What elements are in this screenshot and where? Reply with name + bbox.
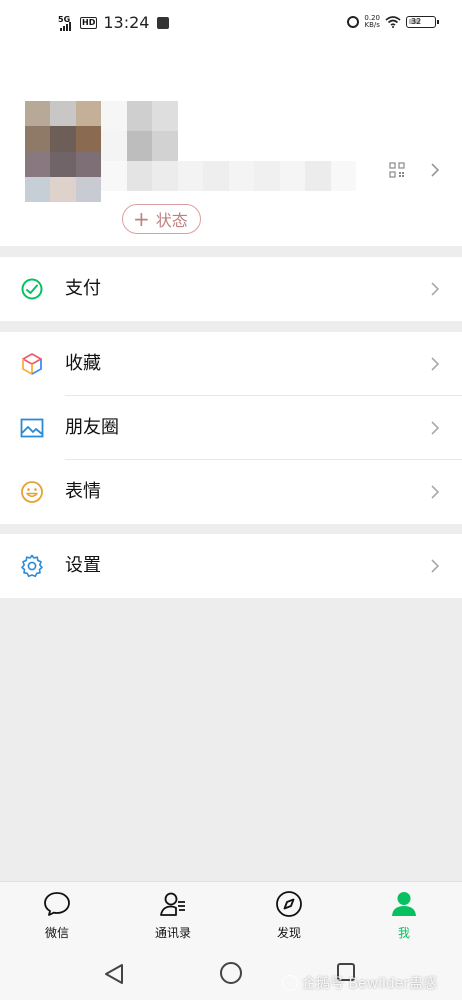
- chevron-right-icon: [431, 485, 440, 499]
- penguin-icon: [282, 975, 298, 991]
- pay-section: 支付: [0, 257, 462, 321]
- menu-label: 设置: [65, 555, 101, 576]
- wifi-icon: [385, 16, 401, 28]
- tab-contacts[interactable]: 通讯录: [133, 882, 213, 946]
- smiley-icon: [21, 481, 43, 503]
- menu-label: 表情: [65, 481, 101, 502]
- chevron-right-icon: [431, 357, 440, 371]
- person-icon: [392, 892, 416, 916]
- clock: 13:24: [103, 13, 150, 32]
- tab-label: 发现: [276, 926, 301, 940]
- add-status-button[interactable]: + 状态: [122, 204, 201, 234]
- bottom-tab-bar: 微信 通讯录 发现 我: [0, 881, 462, 945]
- status-right: 0.20 KB/s 32: [347, 15, 439, 29]
- qr-code-icon[interactable]: [389, 162, 405, 178]
- menu-label: 朋友圈: [65, 417, 119, 438]
- watermark: 企鹅号 Bewilder蛊惑: [282, 973, 437, 993]
- menu-item-moments[interactable]: 朋友圈: [0, 396, 462, 460]
- chevron-right-icon: [431, 282, 440, 296]
- tab-label: 我: [397, 926, 410, 940]
- chat-bubble-icon: [44, 892, 70, 916]
- menu-item-settings[interactable]: 设置: [0, 534, 462, 598]
- speed-unit: KB/s: [364, 21, 380, 29]
- battery-level: 32: [411, 17, 422, 26]
- profile-header[interactable]: + 状态: [0, 50, 462, 246]
- network-speed: 0.20 KB/s: [364, 15, 380, 29]
- alarm-icon: [347, 16, 360, 28]
- image-icon: [20, 418, 44, 438]
- notification-icon: [157, 16, 170, 29]
- tab-label: 微信: [44, 926, 69, 940]
- chevron-right-icon: [431, 421, 440, 435]
- tab-label: 通讯录: [154, 926, 191, 940]
- hd-badge: HD: [80, 16, 98, 29]
- watermark-text: 企鹅号 Bewilder蛊惑: [302, 976, 438, 992]
- menu-label: 支付: [65, 278, 101, 299]
- signal-icon: 5G: [58, 15, 76, 31]
- avatar[interactable]: [25, 101, 101, 202]
- tab-me[interactable]: 我: [364, 882, 444, 946]
- menu-item-favorites[interactable]: 收藏: [0, 332, 462, 396]
- compass-icon: [276, 891, 302, 917]
- chevron-right-icon: [431, 559, 440, 573]
- gear-icon: [21, 554, 43, 578]
- menu-label: 收藏: [65, 353, 101, 374]
- status-bar: 5G HD 13:24 0.20 KB/s 32: [0, 0, 462, 50]
- nickname-blurred: [101, 101, 356, 191]
- home-icon[interactable]: [220, 962, 242, 984]
- status-left: 5G HD 13:24: [58, 13, 170, 32]
- chevron-right-icon[interactable]: [428, 162, 442, 178]
- back-icon[interactable]: [102, 962, 126, 986]
- battery-icon: 32: [406, 16, 439, 28]
- status-button-label: 状态: [155, 211, 188, 230]
- tab-discover[interactable]: 发现: [249, 882, 329, 946]
- tab-chats[interactable]: 微信: [17, 882, 97, 946]
- plus-icon: +: [133, 207, 150, 231]
- menu-item-pay[interactable]: 支付: [0, 257, 462, 321]
- settings-section: 设置: [0, 534, 462, 598]
- contacts-icon: [160, 892, 185, 916]
- cube-icon: [22, 353, 42, 375]
- content-section: 收藏 朋友圈 表情: [0, 332, 462, 524]
- menu-item-stickers[interactable]: 表情: [0, 460, 462, 524]
- wallet-icon: [21, 278, 43, 300]
